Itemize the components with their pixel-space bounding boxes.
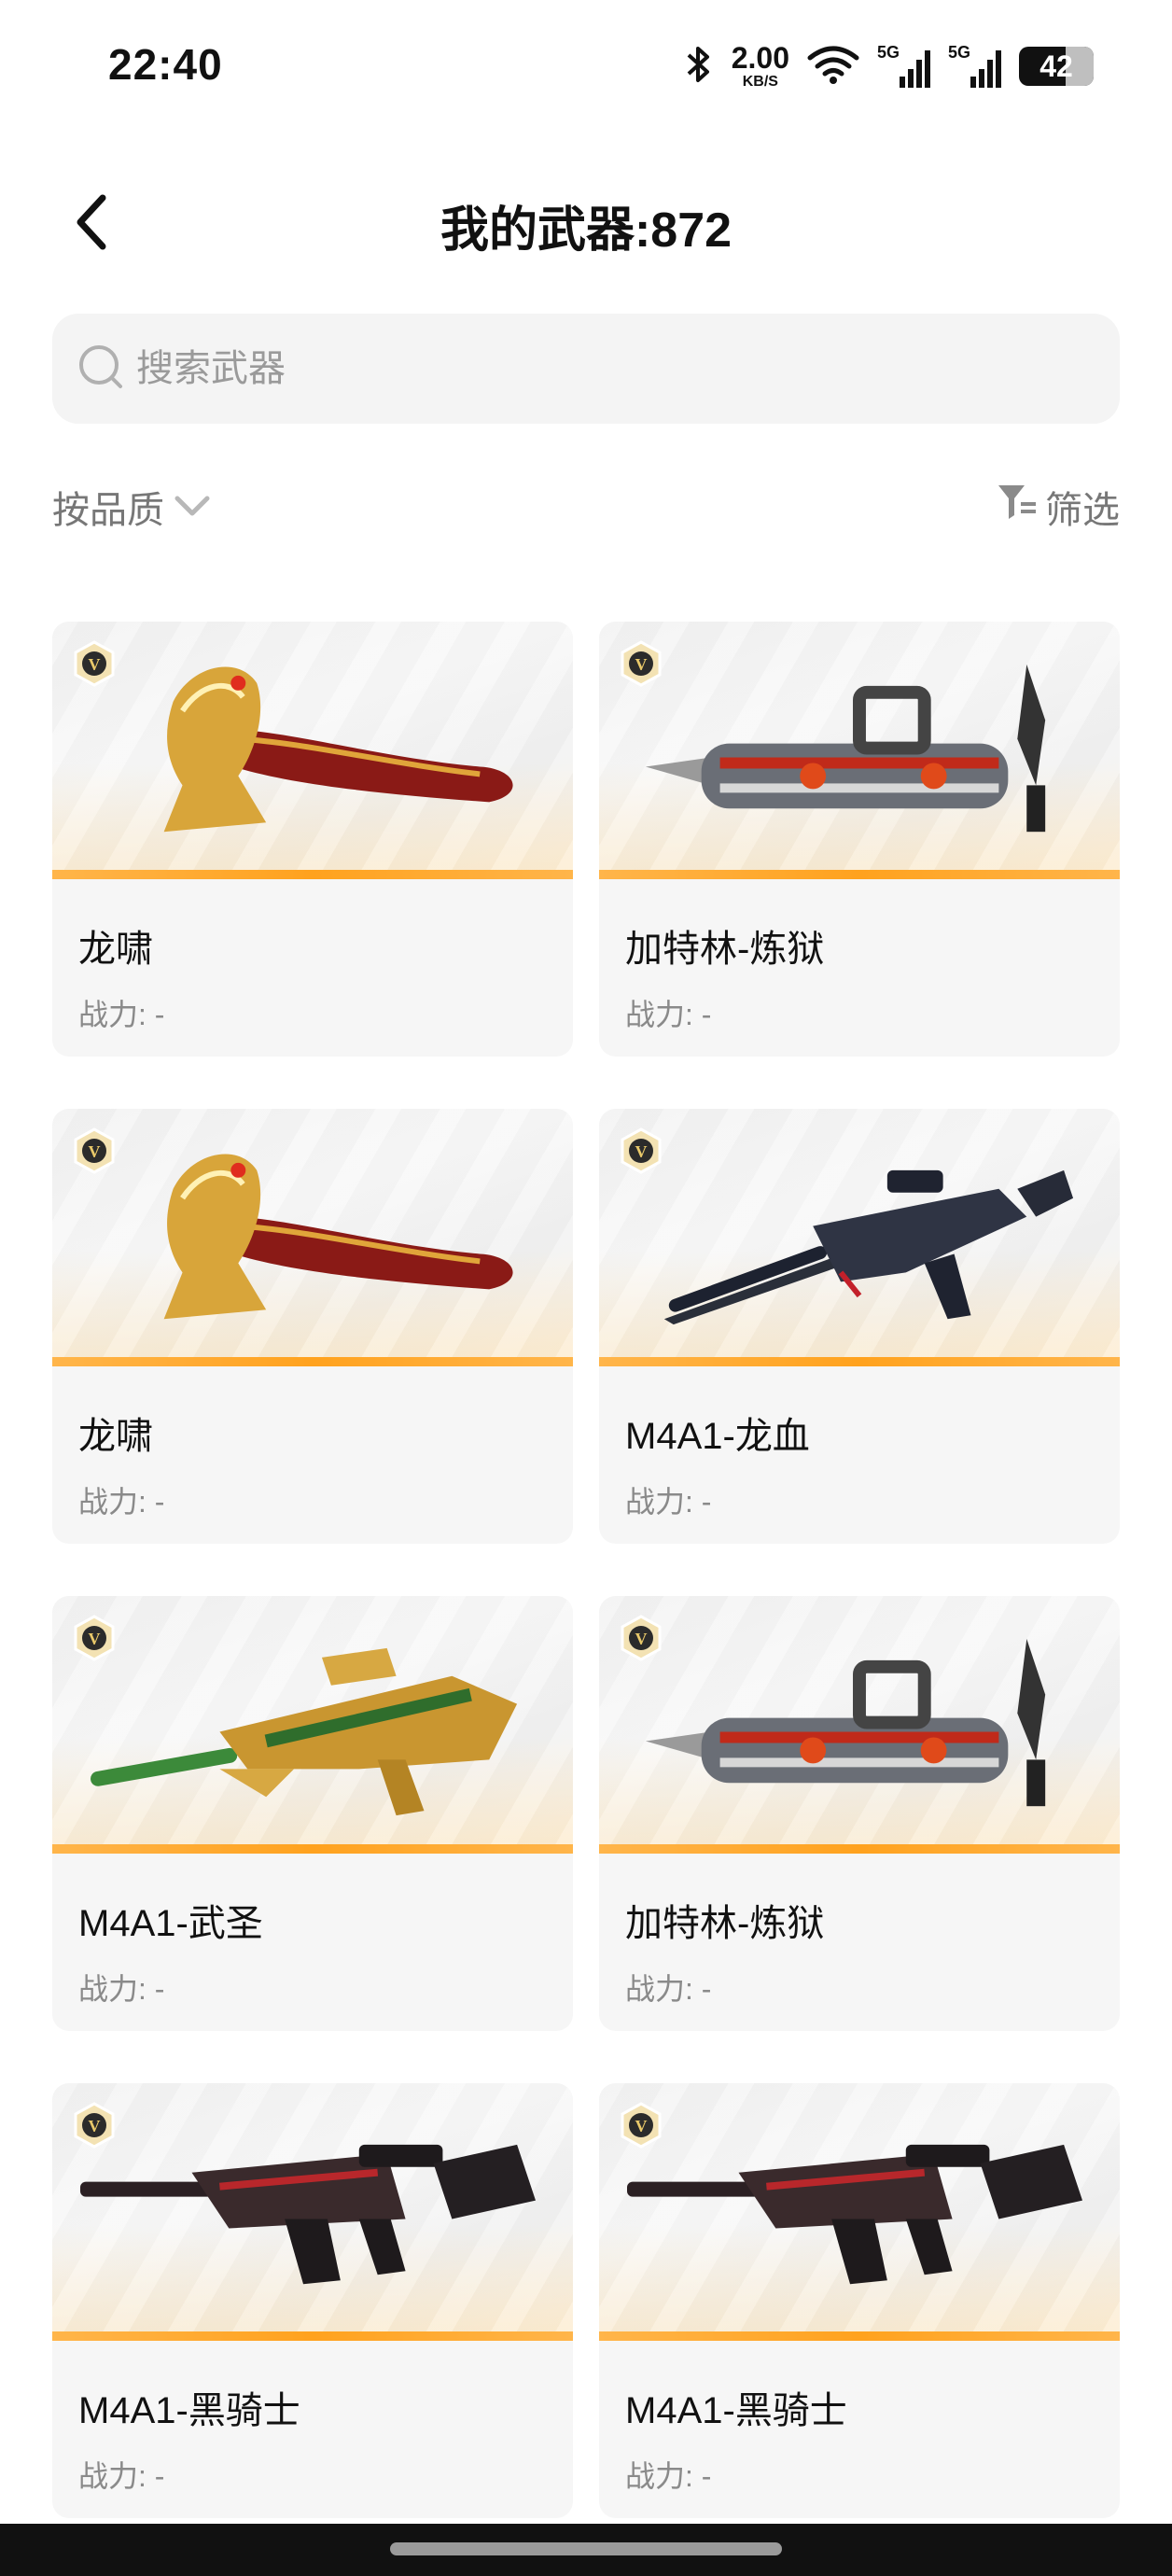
weapon-name: 加特林-炼狱 xyxy=(625,1903,825,1944)
rifle-weapon-icon xyxy=(663,1169,1074,1325)
weapon-name: M4A1-武圣 xyxy=(78,1903,263,1944)
gatling-weapon-icon xyxy=(645,1638,1046,1807)
weapon-name: 龙啸 xyxy=(78,1416,153,1457)
weapon-list-page: 22:40 2.00 KB/S 5G 5G 42 我的武器:872 搜索武器 按… xyxy=(0,0,1172,2576)
battery-level: 42 xyxy=(1039,49,1073,83)
weapon-power: 战力: - xyxy=(625,2459,712,2493)
status-bar: 22:40 2.00 KB/S 5G 5G 42 xyxy=(0,0,1172,131)
axe-weapon-icon xyxy=(163,666,513,833)
weapon-card[interactable]: V 龙啸 战力: - xyxy=(52,1109,573,1544)
weapon-power: 战力: - xyxy=(625,998,712,1031)
weapon-image: V xyxy=(52,2083,573,2341)
weapon-name: M4A1-黑骑士 xyxy=(625,2390,847,2431)
weapon-image: V xyxy=(599,622,1120,879)
weapon-power: 战力: - xyxy=(78,1485,165,1519)
sort-dropdown[interactable]: 按品质 xyxy=(52,480,211,534)
rifle-weapon-icon xyxy=(627,2144,1083,2285)
signal-icon: 5G xyxy=(877,43,931,90)
wifi-icon xyxy=(806,43,860,91)
weapon-card[interactable]: V 加特林-炼狱 战力: - xyxy=(599,1596,1120,2031)
weapon-power: 战力: - xyxy=(78,2459,165,2493)
header: 我的武器:872 xyxy=(0,168,1172,280)
battery-icon: 42 xyxy=(1019,47,1094,86)
weapon-power: 战力: - xyxy=(625,1972,712,2006)
weapon-card[interactable]: V M4A1-武圣 战力: - xyxy=(52,1596,573,2031)
weapon-power: 战力: - xyxy=(625,1485,712,1519)
search-icon xyxy=(77,343,125,396)
weapon-power: 战力: - xyxy=(78,1972,165,2006)
weapon-card[interactable]: V 加特林-炼狱 战力: - xyxy=(599,622,1120,1057)
weapon-image: V xyxy=(52,1109,573,1366)
axe-weapon-icon xyxy=(163,1154,513,1320)
weapon-card[interactable]: V M4A1-龙血 战力: - xyxy=(599,1109,1120,1544)
filter-label: 筛选 xyxy=(1045,490,1120,531)
weapon-name: 加特林-炼狱 xyxy=(625,929,825,970)
weapon-name: M4A1-黑骑士 xyxy=(78,2390,300,2431)
weapon-image: V xyxy=(52,1596,573,1854)
weapon-card[interactable]: V M4A1-黑骑士 战力: - xyxy=(599,2083,1120,2518)
network-speed-value: 2.00 xyxy=(731,41,789,75)
status-icons: 2.00 KB/S 5G 5G 42 xyxy=(683,34,1094,99)
rifle-weapon-icon xyxy=(91,1647,518,1816)
network-speed-unit: KB/S xyxy=(742,74,778,90)
weapon-power: 战力: - xyxy=(78,998,165,1031)
home-indicator[interactable] xyxy=(390,2542,782,2555)
page-title: 我的武器:872 xyxy=(440,203,732,258)
signal-icon: 5G xyxy=(948,43,1002,90)
gesture-bar xyxy=(0,2524,1172,2576)
weapon-card[interactable]: V M4A1-黑骑士 战力: - xyxy=(52,2083,573,2518)
network-speed: 2.00 KB/S xyxy=(732,43,789,90)
weapon-card[interactable]: V 龙啸 战力: - xyxy=(52,622,573,1057)
weapon-grid: V 龙啸 战力: - V 加特林-炼狱 战力: - V 龙啸 战力: - V M… xyxy=(52,622,1120,2518)
weapon-image: V xyxy=(599,1596,1120,1854)
weapon-name: M4A1-龙血 xyxy=(625,1416,810,1457)
clock: 22:40 xyxy=(108,40,223,89)
weapon-name: 龙啸 xyxy=(78,929,153,970)
chevron-down-icon xyxy=(174,486,211,528)
weapon-image: V xyxy=(52,622,573,879)
gatling-weapon-icon xyxy=(645,664,1046,833)
search-bar[interactable] xyxy=(52,314,1120,424)
sort-label: 按品质 xyxy=(52,490,164,531)
filter-button[interactable]: 筛选 xyxy=(997,480,1120,534)
search-input[interactable] xyxy=(136,347,976,390)
weapon-image: V xyxy=(599,1109,1120,1366)
weapon-image: V xyxy=(599,2083,1120,2341)
bluetooth-icon xyxy=(683,43,715,91)
filter-icon xyxy=(997,482,1038,532)
list-toolbar: 按品质 筛选 xyxy=(52,470,1120,536)
rifle-weapon-icon xyxy=(80,2144,537,2285)
